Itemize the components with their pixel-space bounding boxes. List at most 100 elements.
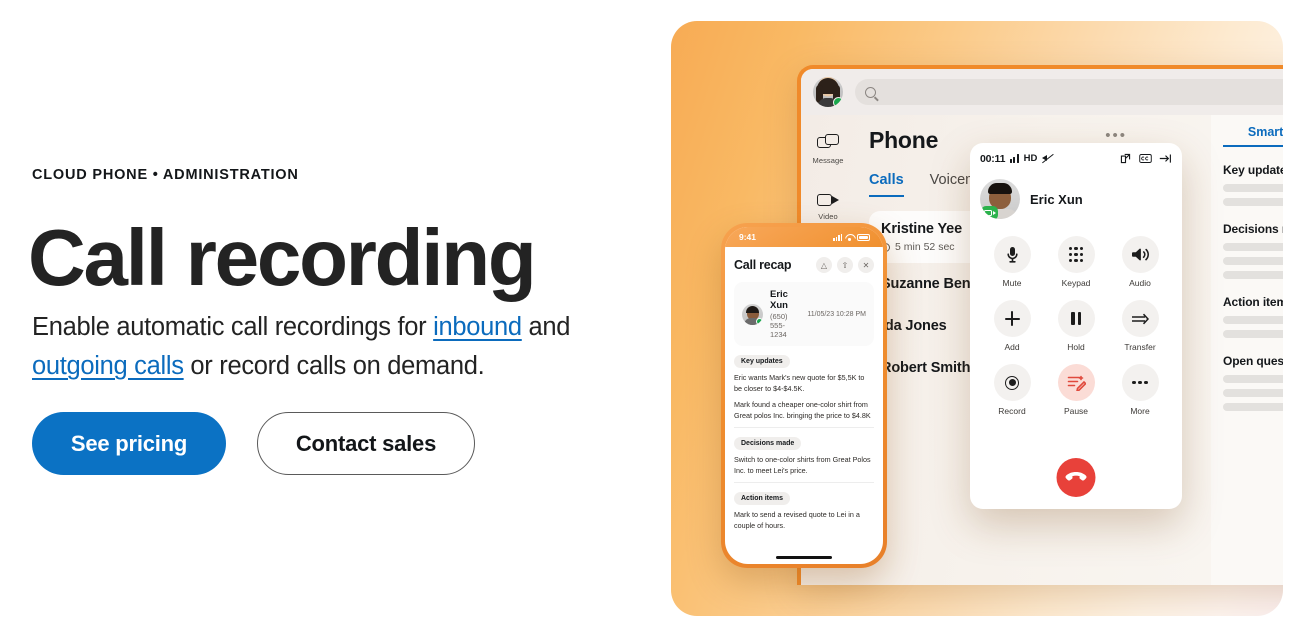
notes-heading: Decisions made — [1223, 222, 1283, 236]
notes-placeholder-bar — [1223, 375, 1283, 383]
warning-icon[interactable]: △ — [816, 257, 832, 273]
ellipsis-icon — [1121, 364, 1159, 401]
control-transfer[interactable]: Transfer — [1108, 300, 1172, 352]
avatar — [742, 303, 763, 325]
call-panel-window-actions — [1119, 152, 1172, 165]
call-recap-title: Call recap — [734, 258, 792, 272]
speaker-icon — [1121, 236, 1159, 273]
notes-pause-icon — [1057, 364, 1095, 401]
presence-badge — [833, 97, 843, 107]
hero-illustration: Message Video Phone ••• Calls Voicemail … — [671, 21, 1283, 616]
see-pricing-button[interactable]: See pricing — [32, 412, 226, 475]
message-icon — [817, 134, 839, 154]
call-recap-actions: △ ⇧ ✕ — [816, 257, 874, 273]
sidebar-label-message: Message — [812, 156, 844, 165]
pause-icon — [1057, 300, 1095, 337]
end-call-button[interactable] — [1056, 458, 1096, 497]
video-on-badge-icon — [981, 206, 998, 219]
recap-paragraph: Mark to send a revised quote to Lei in a… — [734, 510, 860, 530]
smart-notes-panel: Smart notes Key updates Decisions made A… — [1211, 115, 1283, 585]
sidebar-item-message[interactable]: Message — [805, 129, 851, 169]
signal-bars-icon — [1010, 154, 1019, 163]
tab-calls[interactable]: Calls — [869, 172, 904, 197]
collapse-right-icon[interactable] — [1159, 152, 1172, 165]
notes-section-key-updates-lower: Key updates — [1211, 569, 1283, 585]
subheadline: Enable automatic call recordings for inb… — [32, 308, 602, 386]
call-timestamp: 11/05/23 10:28 PM — [807, 310, 866, 318]
call-panel-header: 00:11 HD — [980, 152, 1172, 165]
participant-name: Eric Xun — [1030, 191, 1083, 207]
phone-clock: 9:41 — [739, 232, 757, 242]
hero-page: CLOUD PHONE • ADMINISTRATION Call record… — [0, 0, 1301, 642]
phone-screen: 9:41 Call recap △ ⇧ ✕ Eric Xun (650) 555… — [725, 227, 883, 564]
phone-mockup: 9:41 Call recap △ ⇧ ✕ Eric Xun (650) 555… — [721, 223, 887, 568]
recap-section-key-updates: Key updates Eric wants Mark's new quote … — [734, 346, 874, 421]
control-label: Add — [1004, 342, 1020, 352]
plus-icon — [993, 300, 1031, 337]
share-icon[interactable]: ⇧ — [837, 257, 853, 273]
control-label: More — [1130, 406, 1150, 416]
record-icon — [993, 364, 1031, 401]
control-audio[interactable]: Audio — [1108, 236, 1172, 288]
control-record[interactable]: Record — [980, 364, 1044, 416]
notes-placeholder-bar — [1223, 198, 1283, 206]
control-more[interactable]: More — [1108, 364, 1172, 416]
status-badge: Action items — [734, 492, 791, 505]
overflow-menu-icon[interactable]: ••• — [1105, 127, 1127, 144]
contact-card: Eric Xun (650) 555-1234 11/05/23 10:28 P… — [734, 282, 874, 346]
link-outgoing-calls[interactable]: outgoing calls — [32, 352, 184, 380]
page-title: Call recording — [28, 213, 537, 302]
control-keypad[interactable]: Keypad — [1044, 236, 1108, 288]
close-icon[interactable]: ✕ — [858, 257, 874, 273]
notes-section-key-updates: Key updates — [1223, 163, 1283, 206]
control-hold[interactable]: Hold — [1044, 300, 1108, 352]
link-inbound[interactable]: inbound — [433, 313, 522, 341]
control-pause-notes[interactable]: Pause — [1044, 364, 1108, 416]
hd-badge: HD — [1023, 153, 1038, 164]
cta-button-row: See pricing Contact sales — [32, 412, 475, 475]
popout-icon[interactable] — [1119, 152, 1132, 165]
speaker-muted-icon — [1042, 153, 1055, 164]
user-avatar[interactable] — [813, 77, 843, 107]
notes-placeholder-bar — [1223, 184, 1283, 192]
control-label: Transfer — [1124, 342, 1156, 352]
closed-captions-icon[interactable] — [1139, 152, 1152, 165]
contact-sales-button[interactable]: Contact sales — [257, 412, 475, 475]
recap-paragraph: Switch to one-color shirts from Great Po… — [734, 455, 871, 475]
notes-section-action-items: Action items — [1223, 295, 1283, 338]
recap-paragraph: Mark found a cheaper one-color shirt fro… — [734, 400, 871, 420]
sidebar-item-video[interactable]: Video — [805, 185, 851, 225]
search-icon — [865, 86, 876, 98]
control-label: Audio — [1129, 278, 1151, 288]
contact-name: Eric Xun — [770, 289, 788, 311]
control-mute[interactable]: Mute — [980, 236, 1044, 288]
recap-section-action-items: Action items Mark to send a revised quot… — [734, 483, 874, 531]
search-input[interactable] — [855, 79, 1283, 105]
contact-info: Eric Xun (650) 555-1234 — [770, 289, 800, 339]
subhead-text-3: or record calls on demand. — [183, 352, 485, 380]
notes-placeholder-bar — [1223, 330, 1283, 338]
video-icon — [817, 190, 839, 210]
call-timer: 00:11 — [980, 152, 1006, 165]
call-status-group: 00:11 HD — [980, 152, 1055, 165]
arrow-right-icon — [1121, 300, 1159, 337]
wifi-icon — [845, 234, 854, 241]
notes-placeholder-bar — [1223, 389, 1283, 397]
call-duration: 5 min 52 sec — [895, 241, 955, 253]
signal-icon — [833, 233, 842, 241]
battery-icon — [857, 233, 870, 241]
control-label: Keypad — [1061, 278, 1091, 288]
control-add[interactable]: Add — [980, 300, 1044, 352]
end-call-icon — [1065, 471, 1087, 484]
app-topbar — [801, 69, 1283, 115]
subhead-text-1: Enable automatic call recordings for — [32, 313, 434, 341]
tab-smart-notes[interactable]: Smart notes — [1223, 125, 1283, 147]
notes-placeholder-bar — [1223, 316, 1283, 324]
notes-placeholder-bar — [1223, 403, 1283, 411]
notes-heading: Action items — [1223, 295, 1283, 309]
status-badge: Key updates — [734, 355, 790, 368]
call-controls-grid: Mute Keypad Audio Add Hold Transfer Reco… — [980, 236, 1172, 416]
contact-number: (650) 555-1234 — [770, 312, 788, 339]
keypad-icon — [1057, 236, 1095, 273]
presence-badge — [756, 317, 763, 325]
